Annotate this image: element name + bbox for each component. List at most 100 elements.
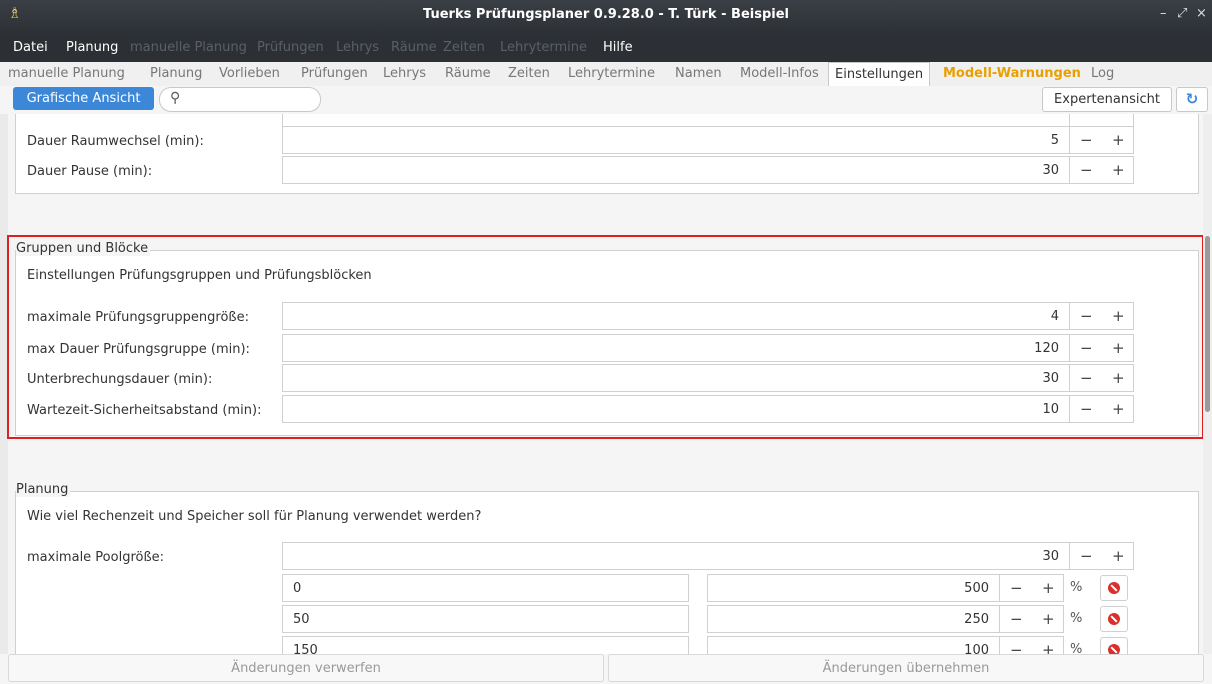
plus-button[interactable]: +	[1042, 641, 1055, 654]
minus-button[interactable]: −	[1080, 339, 1093, 357]
wartezeit-label: Wartezeit-Sicherheitsabstand (min):	[27, 403, 262, 418]
menu-datei[interactable]: Datei	[13, 40, 48, 55]
pool-threshold-value: 0	[293, 581, 302, 596]
poolgroesse-spin[interactable]: − +	[1070, 542, 1134, 570]
tab-namen[interactable]: Namen	[675, 66, 722, 81]
unterbrechungsdauer-spin[interactable]: − +	[1070, 364, 1134, 392]
tab-planung[interactable]: Planung	[150, 66, 202, 81]
tab-einstellungen[interactable]: Einstellungen	[828, 62, 931, 86]
tab-raeume[interactable]: Räume	[445, 66, 491, 81]
max-dauer-gruppe-field[interactable]: 120	[282, 334, 1070, 362]
pool-size-field[interactable]: 250	[707, 605, 1000, 633]
expertenansicht-button[interactable]: Expertenansicht	[1042, 87, 1172, 112]
planung-title: Planung	[16, 482, 71, 497]
delete-button[interactable]	[1100, 637, 1128, 654]
settings-content: Dauer Raumwechsel (min): 5 − + Dauer Pau…	[0, 114, 1212, 654]
delete-icon	[1108, 582, 1120, 594]
plus-button[interactable]: +	[1112, 131, 1125, 149]
pool-threshold-field[interactable]: 50	[282, 605, 689, 633]
pool-size-value: 500	[964, 581, 989, 596]
wartezeit-spin[interactable]: − +	[1070, 395, 1134, 423]
delete-button[interactable]	[1100, 606, 1128, 632]
pool-threshold-field[interactable]: 0	[282, 574, 689, 602]
tab-modell-infos[interactable]: Modell-Infos	[740, 66, 819, 81]
pool-threshold-value: 150	[293, 643, 318, 654]
plus-button[interactable]: +	[1112, 161, 1125, 179]
plus-button[interactable]: +	[1112, 307, 1125, 325]
max-dauer-gruppe-spin[interactable]: − +	[1070, 334, 1134, 362]
max-gruppengroesse-label: maximale Prüfungsgruppengröße:	[27, 310, 249, 325]
gruppen-description: Einstellungen Prüfungsgruppen und Prüfun…	[27, 268, 372, 283]
plus-button[interactable]: +	[1042, 579, 1055, 597]
dauer-pause-label: Dauer Pause (min):	[27, 164, 153, 179]
search-icon: ⚲	[170, 90, 181, 106]
grafische-ansicht-button[interactable]: Grafische Ansicht	[13, 87, 154, 110]
plus-button[interactable]: +	[1112, 400, 1125, 418]
menu-planung[interactable]: Planung	[66, 40, 118, 55]
pool-size-value: 250	[964, 612, 989, 627]
menu-raeume: Räume	[391, 40, 437, 55]
poolgroesse-label: maximale Poolgröße:	[27, 550, 165, 565]
tab-modell-warnungen[interactable]: Modell-Warnungen	[943, 66, 1081, 81]
minus-button[interactable]: −	[1080, 131, 1093, 149]
pool-size-spin[interactable]: − +	[1000, 574, 1064, 602]
minus-button[interactable]: −	[1080, 369, 1093, 387]
tab-lehrys[interactable]: Lehrys	[383, 66, 426, 81]
tab-lehrytermine[interactable]: Lehrytermine	[568, 66, 655, 81]
max-gruppengroesse-value: 4	[1050, 309, 1059, 324]
pool-threshold-field[interactable]: 150	[282, 636, 689, 654]
dauer-raumwechsel-spin[interactable]: − +	[1070, 126, 1134, 154]
wartezeit-field[interactable]: 10	[282, 395, 1070, 423]
minus-button[interactable]: −	[1080, 400, 1093, 418]
minus-button[interactable]: −	[1010, 610, 1023, 628]
menu-lehrys: Lehrys	[336, 40, 380, 55]
gruppen-title: Gruppen und Blöcke	[16, 241, 151, 256]
plus-button[interactable]: +	[1112, 339, 1125, 357]
max-gruppengroesse-spin[interactable]: − +	[1070, 302, 1134, 330]
minus-button[interactable]: −	[1080, 547, 1093, 565]
left-edge	[0, 114, 8, 654]
minus-button[interactable]: −	[1010, 579, 1023, 597]
pool-size-spin[interactable]: − +	[1000, 636, 1064, 654]
max-dauer-gruppe-label: max Dauer Prüfungsgruppe (min):	[27, 342, 250, 357]
dauer-pause-spin[interactable]: − +	[1070, 156, 1134, 184]
delete-icon	[1108, 613, 1120, 625]
maximize-button[interactable]: ⤢	[1177, 6, 1187, 21]
delete-icon	[1108, 644, 1120, 654]
refresh-icon[interactable]: ↻	[1176, 87, 1208, 112]
minus-button[interactable]: −	[1080, 161, 1093, 179]
dauer-raumwechsel-field[interactable]: 5	[282, 126, 1070, 154]
dauer-pause-field[interactable]: 30	[282, 156, 1070, 184]
plus-button[interactable]: +	[1112, 547, 1125, 565]
minus-button[interactable]: −	[1080, 307, 1093, 325]
tab-pruefungen[interactable]: Prüfungen	[301, 66, 368, 81]
poolgroesse-value: 30	[1042, 549, 1059, 564]
minus-button[interactable]: −	[1010, 641, 1023, 654]
apply-changes-button[interactable]: Änderungen übernehmen	[608, 654, 1204, 682]
tab-manuelle-planung[interactable]: manuelle Planung	[8, 66, 125, 81]
tab-zeiten[interactable]: Zeiten	[508, 66, 550, 81]
pool-size-field[interactable]: 100	[707, 636, 1000, 654]
tab-vorlieben[interactable]: Vorlieben	[219, 66, 280, 81]
minimize-button[interactable]: –	[1160, 6, 1167, 21]
unterbrechungsdauer-value: 30	[1042, 371, 1059, 386]
dauer-pause-value: 30	[1042, 163, 1059, 178]
pool-size-field[interactable]: 500	[707, 574, 1000, 602]
close-button[interactable]: ×	[1196, 6, 1207, 21]
tab-bar: manuelle Planung Planung Vorlieben Prüfu…	[0, 62, 1212, 87]
scrollbar-thumb[interactable]	[1205, 236, 1210, 412]
search-input[interactable]: ⚲	[159, 87, 321, 112]
discard-changes-button[interactable]: Änderungen verwerfen	[8, 654, 604, 682]
bottom-bar: Änderungen verwerfen Änderungen übernehm…	[0, 654, 1212, 684]
pool-size-spin[interactable]: − +	[1000, 605, 1064, 633]
max-gruppengroesse-field[interactable]: 4	[282, 302, 1070, 330]
plus-button[interactable]: +	[1042, 610, 1055, 628]
unterbrechungsdauer-field[interactable]: 30	[282, 364, 1070, 392]
plus-button[interactable]: +	[1112, 369, 1125, 387]
menu-manuelle-planung: manuelle Planung	[130, 40, 247, 55]
poolgroesse-field[interactable]: 30	[282, 542, 1070, 570]
menu-hilfe[interactable]: Hilfe	[603, 40, 633, 55]
tab-log[interactable]: Log	[1091, 66, 1114, 81]
pool-threshold-value: 50	[293, 612, 310, 627]
delete-button[interactable]	[1100, 575, 1128, 601]
